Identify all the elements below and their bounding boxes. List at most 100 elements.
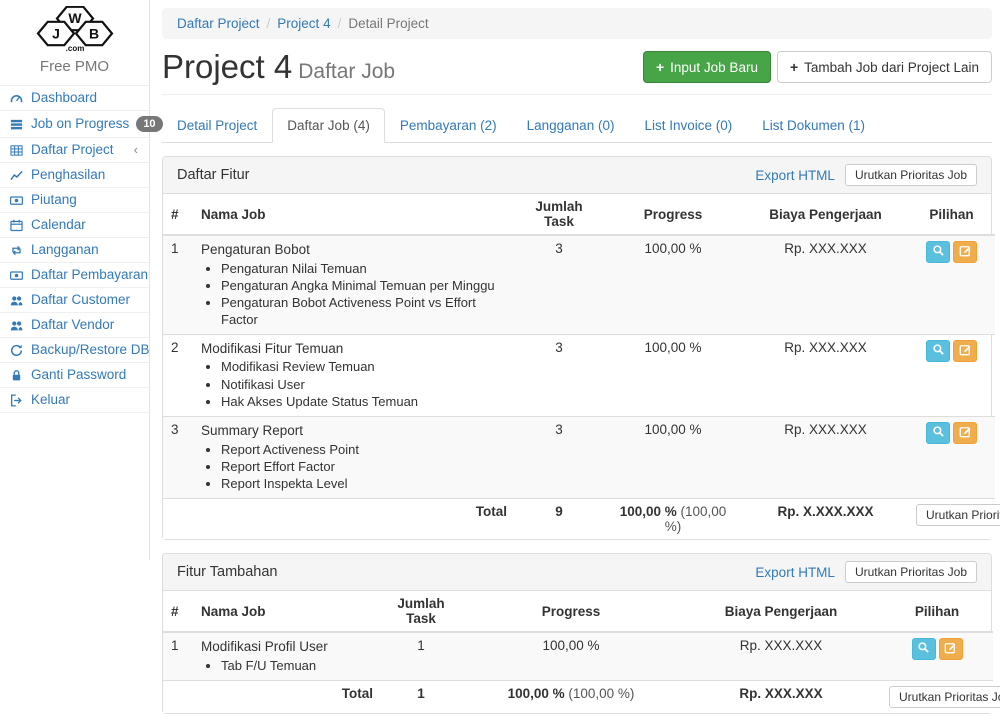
sidebar-item-daftar-pembayaran[interactable]: Daftar Pembayaran [0,262,149,287]
column-header-biaya-pengerjaan: Biaya Pengerjaan [681,591,881,632]
tab-langganan-0[interactable]: Langganan (0) [512,108,630,143]
job-subtask: Pengaturan Nilai Temuan [221,261,507,277]
sidebar-item-penghasilan[interactable]: Penghasilan [0,162,149,187]
sort-priority-button[interactable]: Urutkan Prioritas Job [889,686,1000,708]
sidebar-item-label: Calendar [31,218,140,232]
header-buttons: +Input Job Baru+Tambah Job dari Project … [643,51,992,85]
job-subtask: Modifikasi Review Temuan [221,359,507,375]
breadcrumb-separator: / [267,16,271,31]
task-count-cell: 3 [515,417,603,499]
sidebar-item-piutang[interactable]: Piutang [0,187,149,212]
breadcrumb-item-daftar-project[interactable]: Daftar Project [177,16,260,31]
subtask-list: Pengaturan Nilai TemuanPengaturan Angka … [221,261,507,328]
refresh-icon [9,344,24,357]
sort-priority-button[interactable]: Urutkan Prioritas Job [845,164,977,186]
actions-cell [881,632,993,680]
view-button[interactable] [926,340,950,362]
column-header-nama-job: Nama Job [193,591,381,632]
subtask-list: Report Activeness PointReport Effort Fac… [221,442,507,493]
chevron-left-icon: ‹ [134,143,140,157]
sidebar-menu: DashboardJob on Progress10Daftar Project… [0,85,149,413]
sidebar-item-backup-restore-db[interactable]: Backup/Restore DB [0,337,149,362]
sidebar-item-label: Daftar Vendor [31,318,140,332]
actions-cell [908,417,995,499]
sidebar-item-daftar-vendor[interactable]: Daftar Vendor [0,312,149,337]
search-icon [932,343,945,359]
sidebar-item-label: Job on Progress [31,117,129,131]
sidebar: W J B .com Free PMO DashboardJob on Prog… [0,0,150,560]
subtask-list: Modifikasi Review TemuanNotifikasi UserH… [221,359,507,410]
row-number-cell: 2 [163,334,193,416]
lock-icon [9,369,24,382]
sidebar-item-label: Keluar [31,393,140,407]
tab-daftar-job-4[interactable]: Daftar Job (4) [272,108,385,143]
page-subtitle: Daftar Job [298,60,395,83]
edit-button[interactable] [939,638,963,660]
total-progress-note: (100,00 %) [568,686,634,701]
tab-list-invoice-0[interactable]: List Invoice (0) [629,108,747,143]
sidebar-item-label: Ganti Password [31,368,140,382]
brand-logo: W J B .com [0,0,149,54]
job-subtask: Report Activeness Point [221,442,507,458]
job-name-cell: Modifikasi Profil User Tab F/U Temuan [193,632,381,680]
search-icon [932,425,945,441]
cost-cell: Rp. XXX.XXX [743,334,908,416]
input-job-baru-button[interactable]: +Input Job Baru [643,51,771,83]
tab-list-dokumen-1[interactable]: List Dokumen (1) [747,108,880,143]
sidebar-item-langganan[interactable]: Langganan [0,237,149,262]
job-name: Pengaturan Bobot [201,241,507,259]
breadcrumb-separator: / [338,16,342,31]
breadcrumb: Daftar Project/Project 4/Detail Project [162,8,992,39]
sidebar-item-label: Backup/Restore DB [31,343,150,357]
logo-dotcom: .com [65,44,84,53]
money-icon [9,269,24,282]
sidebar-item-dashboard[interactable]: Dashboard [0,85,149,110]
job-name: Modifikasi Profil User [201,638,373,656]
total-progress: 100,00 % (100,00 %) [461,681,681,714]
sidebar-item-daftar-customer[interactable]: Daftar Customer [0,287,149,312]
retweet-icon [9,244,24,257]
edit-icon [944,641,957,657]
sidebar-item-label: Langganan [31,243,140,257]
tab-detail-project[interactable]: Detail Project [162,108,272,143]
search-icon [917,641,930,657]
total-label: Total [193,681,381,714]
view-button[interactable] [926,422,950,444]
sidebar-item-ganti-password[interactable]: Ganti Password [0,362,149,387]
edit-button[interactable] [953,340,977,362]
total-label: Total [193,499,515,540]
sidebar-item-daftar-project[interactable]: Daftar Project‹ [0,137,149,162]
table-icon [9,144,24,157]
sign-out-icon [9,394,24,407]
edit-button[interactable] [953,422,977,444]
panels: Daftar FiturExport HTMLUrutkan Prioritas… [162,156,992,714]
sidebar-item-keluar[interactable]: Keluar [0,387,149,413]
button-label: Tambah Job dari Project Lain [804,60,979,75]
sidebar-item-label: Piutang [31,193,140,207]
export-html-link[interactable]: Export HTML [755,565,835,580]
column-header-nama-job: Nama Job [193,194,515,235]
sidebar-item-job-on-progress[interactable]: Job on Progress10 [0,110,149,137]
tab-pembayaran-2[interactable]: Pembayaran (2) [385,108,512,143]
panel-heading: Daftar FiturExport HTMLUrutkan Prioritas… [163,157,991,194]
task-count-cell: 3 [515,235,603,334]
breadcrumb-item-project-4[interactable]: Project 4 [277,16,330,31]
total-row: Total1100,00 % (100,00 %)Rp. XXX.XXXUrut… [163,681,993,714]
page-title: Project 4 [162,48,292,85]
tambah-job-dari-project-lain-button[interactable]: +Tambah Job dari Project Lain [777,51,992,83]
edit-button[interactable] [953,241,977,263]
job-name-cell: Summary ReportReport Activeness PointRep… [193,417,515,499]
progress-cell: 100,00 % [603,334,743,416]
total-task-count: 1 [381,681,461,714]
job-subtask: Pengaturan Angka Minimal Temuan per Ming… [221,278,507,294]
sort-priority-button[interactable]: Urutkan Prioritas Job [916,504,1000,526]
sidebar-item-calendar[interactable]: Calendar [0,212,149,237]
total-spacer [163,499,193,540]
view-button[interactable] [912,638,936,660]
subtask-list: Tab F/U Temuan [221,658,373,674]
view-button[interactable] [926,241,950,263]
column-header-biaya-pengerjaan: Biaya Pengerjaan [743,194,908,235]
export-html-link[interactable]: Export HTML [755,168,835,183]
total-actions-cell: Urutkan Prioritas Job [908,499,995,540]
sort-priority-button[interactable]: Urutkan Prioritas Job [845,561,977,583]
